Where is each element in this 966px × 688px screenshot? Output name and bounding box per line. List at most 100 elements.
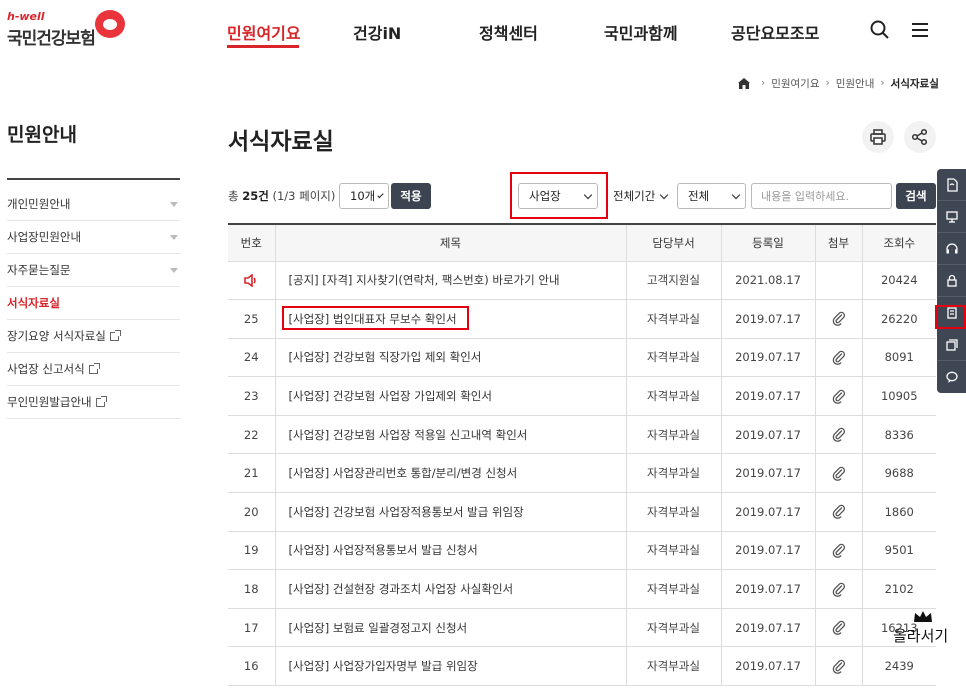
page-size-select[interactable]: 10개 xyxy=(339,183,389,209)
row-number: 17 xyxy=(228,608,275,648)
row-title[interactable]: [사업장] 건강보험 사업장적용통보서 발급 위임장 xyxy=(274,492,626,532)
quick-item-screen[interactable] xyxy=(937,201,966,233)
header-department: 담당부서 xyxy=(625,223,721,262)
table-row[interactable]: 19 [사업장] 사업장적용통보서 발급 신청서 자격부과실 2019.07.17 95… xyxy=(228,531,936,571)
quick-item-copy[interactable] xyxy=(937,329,966,361)
quick-item-chat[interactable] xyxy=(937,361,966,393)
table-row[interactable]: 17 [사업장] 보험료 일괄경정고지 신청서 자격부과실 2019.07.17 162… xyxy=(228,608,936,648)
quick-item-forms[interactable] xyxy=(937,297,966,329)
period-select[interactable]: 전체기간 xyxy=(610,183,673,209)
row-attachment[interactable] xyxy=(814,376,862,416)
breadcrumb-item[interactable]: 민원여기요 xyxy=(771,76,819,91)
logo-subtitle: h-well xyxy=(7,10,45,23)
sidebar-item-forms[interactable]: 서식자료실 xyxy=(7,287,180,320)
sidebar-item-label: 장기요양 서식자료실 xyxy=(7,329,106,343)
table-row[interactable]: 23 [사업장] 건강보험 사업장 가입제외 확인서 자격부과실 2019.07.17… xyxy=(228,376,936,416)
row-attachment[interactable] xyxy=(814,531,862,571)
external-link-icon xyxy=(109,330,121,341)
row-views: 20424 xyxy=(861,261,936,301)
row-attachment[interactable] xyxy=(814,453,862,494)
field-select[interactable]: 전체 xyxy=(677,183,746,209)
menu-icon[interactable] xyxy=(910,21,930,39)
table-row[interactable]: 20 [사업장] 건강보험 사업장적용통보서 발급 위임장 자격부과실 2019.07… xyxy=(228,492,936,532)
sidebar-item-longterm-forms[interactable]: 장기요양 서식자료실 xyxy=(7,320,180,353)
gnb-item-policy[interactable]: 정책센터 xyxy=(479,20,538,44)
row-attachment[interactable] xyxy=(814,646,862,687)
gnb-item-health[interactable]: 건강iN xyxy=(353,20,401,44)
apply-button[interactable]: 적용 xyxy=(391,183,431,209)
sidebar-item-kiosk[interactable]: 무인민원발급안내 xyxy=(7,386,180,419)
total-number: 25건 xyxy=(242,189,269,203)
print-button[interactable] xyxy=(862,121,894,153)
scroll-top-label: 올라서기 xyxy=(893,627,949,645)
notice-row[interactable]: [공지] [자격] 지사찾기(연락처, 팩스번호) 바로가기 안내 고객지원실 20… xyxy=(228,261,936,301)
sidebar-item-workplace-forms[interactable]: 사업장 신고서식 xyxy=(7,353,180,386)
search-button[interactable]: 검색 xyxy=(896,183,936,209)
home-icon[interactable] xyxy=(737,77,751,90)
row-title[interactable]: [사업장] 사업장적용통보서 발급 신청서 xyxy=(274,531,626,571)
row-title[interactable]: [사업장] 사업장관리번호 통합/분리/변경 신청서 xyxy=(274,453,626,494)
row-views: 2439 xyxy=(861,646,936,687)
sidebar-item-personal[interactable]: 개인민원안내 xyxy=(7,188,180,221)
row-title[interactable]: [공지] [자격] 지사찾기(연락처, 팩스번호) 바로가기 안내 xyxy=(274,261,626,301)
quick-item-support[interactable] xyxy=(937,233,966,265)
row-date: 2019.07.17 xyxy=(720,492,815,532)
row-title[interactable]: [사업장] 건강보험 사업장 가입제외 확인서 xyxy=(274,376,626,416)
sidebar-item-label: 사업장민원안내 xyxy=(7,230,82,244)
row-title[interactable]: [사업장] 건강보험 직장가입 제외 확인서 xyxy=(274,338,626,378)
quick-item-document[interactable] xyxy=(937,169,966,201)
table-row[interactable]: 21 [사업장] 사업장관리번호 통합/분리/변경 신청서 자격부과실 2019.07… xyxy=(228,453,936,494)
row-attachment[interactable] xyxy=(814,492,862,532)
row-date: 2019.07.17 xyxy=(720,531,815,571)
chevron-down-icon xyxy=(377,191,384,198)
sidebar-item-label: 개인민원안내 xyxy=(7,197,71,211)
row-department: 자격부과실 xyxy=(625,531,721,571)
category-select[interactable]: 사업장 xyxy=(518,183,598,209)
page-size-value: 10개 xyxy=(350,189,376,203)
search-icon[interactable] xyxy=(869,19,891,41)
row-date: 2021.08.17 xyxy=(720,261,815,301)
sidebar-menu: 개인민원안내 사업장민원안내 자주묻는질문 서식자료실 장기요양 서식자료실 사… xyxy=(7,188,180,419)
row-department: 자격부과실 xyxy=(625,453,721,494)
row-attachment[interactable] xyxy=(814,569,862,609)
sidebar-item-label: 사업장 신고서식 xyxy=(7,362,85,376)
table-row[interactable]: 16 [사업장] 사업장가입자명부 발급 위임장 자격부과실 2019.07.17 24… xyxy=(228,646,936,687)
row-title[interactable]: [사업장] 사업장가입자명부 발급 위임장 xyxy=(274,646,626,687)
row-title[interactable]: [사업장] 건강보험 사업장 적용일 신고내역 확인서 xyxy=(274,415,626,455)
scroll-top-button[interactable]: 올라서기 xyxy=(893,611,953,651)
logo[interactable]: h-well 국민건강보험 xyxy=(7,10,127,50)
forms-table: 번호 제목 담당부서 등록일 첨부 조회수 [공지] [자격] 지사찾기(연락처… xyxy=(228,223,936,687)
row-views: 26220 xyxy=(861,299,936,339)
paperclip-icon xyxy=(832,543,845,558)
row-attachment[interactable] xyxy=(814,608,862,648)
sidebar-item-faq[interactable]: 자주묻는질문 xyxy=(7,254,180,287)
chevron-down-icon xyxy=(659,190,669,199)
row-department: 자격부과실 xyxy=(625,569,721,609)
quick-item-lock[interactable] xyxy=(937,265,966,297)
header-date: 등록일 xyxy=(720,223,815,262)
row-department: 자격부과실 xyxy=(625,492,721,532)
breadcrumb-item[interactable]: 민원안내 xyxy=(836,76,875,91)
row-title[interactable]: [사업장] 법인대표자 무보수 확인서 xyxy=(274,299,626,339)
row-title[interactable]: [사업장] 건설현장 경과조치 사업장 사실확인서 xyxy=(274,569,626,609)
field-value: 전체 xyxy=(688,189,710,203)
share-button[interactable] xyxy=(904,121,936,153)
gnb-item-about[interactable]: 공단요모조모 xyxy=(731,20,819,44)
table-row[interactable]: 25 [사업장] 법인대표자 무보수 확인서 자격부과실 2019.07.17 2622… xyxy=(228,299,936,339)
row-attachment[interactable] xyxy=(814,415,862,455)
row-views: 10905 xyxy=(861,376,936,416)
sidebar-item-workplace[interactable]: 사업장민원안내 xyxy=(7,221,180,254)
row-attachment[interactable] xyxy=(814,338,862,378)
gnb-item-together[interactable]: 국민과함께 xyxy=(604,20,678,44)
row-attachment[interactable] xyxy=(814,299,862,339)
table-row[interactable]: 18 [사업장] 건설현장 경과조치 사업장 사실확인서 자격부과실 2019.07.… xyxy=(228,569,936,609)
row-title[interactable]: [사업장] 보험료 일괄경정고지 신청서 xyxy=(274,608,626,648)
headset-icon xyxy=(945,242,958,253)
table-row[interactable]: 22 [사업장] 건강보험 사업장 적용일 신고내역 확인서 자격부과실 2019.0… xyxy=(228,415,936,455)
external-link-icon xyxy=(95,396,107,407)
search-input[interactable] xyxy=(751,183,892,209)
table-row[interactable]: 24 [사업장] 건강보험 직장가입 제외 확인서 자격부과실 2019.07.17 8… xyxy=(228,338,936,378)
row-number: 23 xyxy=(228,376,275,416)
gnb-item-civil[interactable]: 민원여기요 xyxy=(227,20,301,44)
document-icon xyxy=(946,177,958,192)
